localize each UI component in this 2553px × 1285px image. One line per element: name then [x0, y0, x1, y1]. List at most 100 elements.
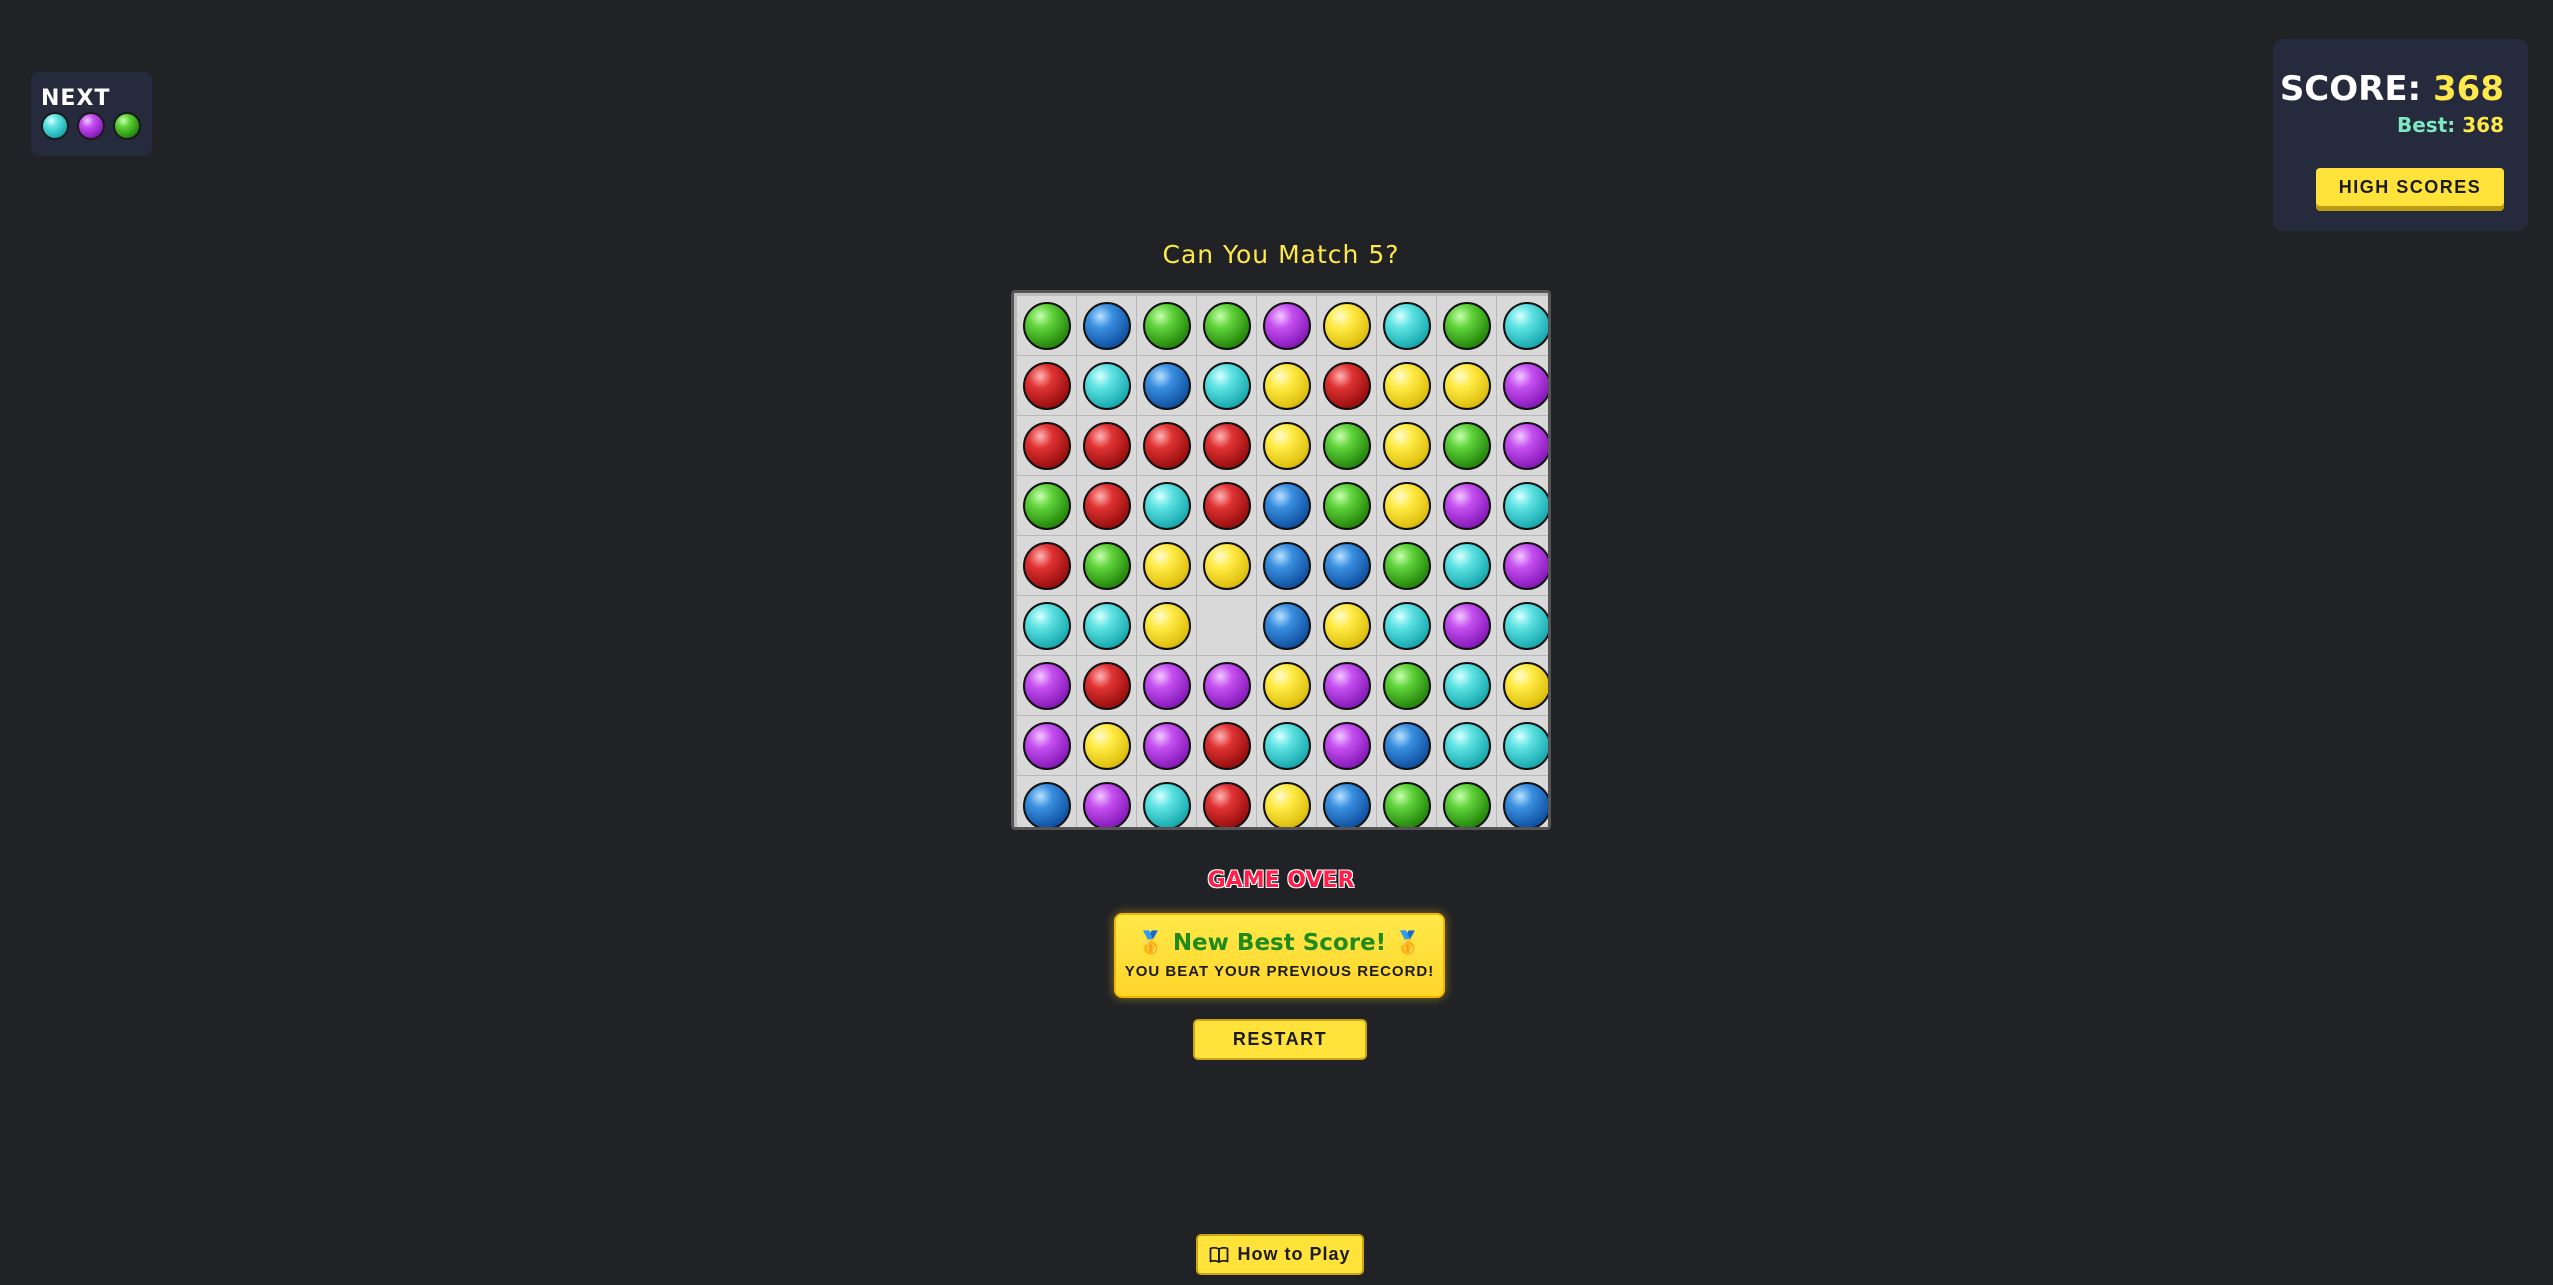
board-cell[interactable] — [1317, 356, 1377, 416]
ball-green[interactable] — [1202, 301, 1251, 350]
restart-button[interactable]: RESTART — [1193, 1019, 1367, 1060]
board-cell[interactable] — [1377, 536, 1437, 596]
board-cell[interactable] — [1137, 296, 1197, 356]
ball-red[interactable] — [1022, 541, 1071, 590]
board-cell[interactable] — [1497, 536, 1548, 596]
board-cell[interactable] — [1077, 476, 1137, 536]
board-cell[interactable] — [1137, 716, 1197, 776]
board-cell[interactable] — [1137, 416, 1197, 476]
ball-green[interactable] — [1022, 301, 1071, 350]
ball-cyan[interactable] — [1442, 721, 1491, 770]
ball-cyan[interactable] — [1502, 301, 1548, 350]
ball-red[interactable] — [1022, 421, 1071, 470]
ball-green[interactable] — [1322, 481, 1371, 530]
ball-yellow[interactable] — [1322, 601, 1371, 650]
board-cell[interactable] — [1077, 416, 1137, 476]
ball-yellow[interactable] — [1382, 361, 1431, 410]
board-cell[interactable] — [1017, 476, 1077, 536]
ball-blue[interactable] — [1322, 781, 1371, 827]
board-cell[interactable] — [1197, 596, 1257, 656]
ball-green[interactable] — [1382, 781, 1431, 827]
ball-purple[interactable] — [1322, 661, 1371, 710]
board-cell[interactable] — [1137, 356, 1197, 416]
board-cell[interactable] — [1497, 776, 1548, 827]
board-cell[interactable] — [1497, 416, 1548, 476]
ball-yellow[interactable] — [1142, 601, 1191, 650]
ball-purple[interactable] — [1202, 661, 1251, 710]
board-cell[interactable] — [1317, 656, 1377, 716]
ball-cyan[interactable] — [1022, 601, 1071, 650]
ball-green[interactable] — [1022, 481, 1071, 530]
board-cell[interactable] — [1197, 776, 1257, 827]
ball-purple[interactable] — [1322, 721, 1371, 770]
board-cell[interactable] — [1377, 716, 1437, 776]
ball-yellow[interactable] — [1262, 781, 1311, 827]
ball-blue[interactable] — [1322, 541, 1371, 590]
ball-purple[interactable] — [1142, 661, 1191, 710]
board-cell[interactable] — [1257, 596, 1317, 656]
ball-yellow[interactable] — [1082, 721, 1131, 770]
ball-blue[interactable] — [1262, 541, 1311, 590]
board-cell[interactable] — [1257, 416, 1317, 476]
board-cell[interactable] — [1317, 476, 1377, 536]
board-cell[interactable] — [1377, 296, 1437, 356]
ball-red[interactable] — [1202, 721, 1251, 770]
ball-green[interactable] — [1442, 301, 1491, 350]
ball-purple[interactable] — [1502, 361, 1548, 410]
board-cell[interactable] — [1137, 656, 1197, 716]
board-cell[interactable] — [1137, 776, 1197, 827]
ball-cyan[interactable] — [1262, 721, 1311, 770]
board-cell[interactable] — [1017, 656, 1077, 716]
ball-blue[interactable] — [1142, 361, 1191, 410]
board-cell[interactable] — [1377, 416, 1437, 476]
ball-yellow[interactable] — [1202, 541, 1251, 590]
ball-purple[interactable] — [1142, 721, 1191, 770]
ball-yellow[interactable] — [1322, 301, 1371, 350]
board-cell[interactable] — [1137, 536, 1197, 596]
board-cell[interactable] — [1497, 596, 1548, 656]
ball-blue[interactable] — [1082, 301, 1131, 350]
board-cell[interactable] — [1317, 296, 1377, 356]
board-cell[interactable] — [1017, 596, 1077, 656]
board-cell[interactable] — [1497, 476, 1548, 536]
ball-cyan[interactable] — [1442, 661, 1491, 710]
board-cell[interactable] — [1017, 776, 1077, 827]
ball-yellow[interactable] — [1262, 361, 1311, 410]
board-cell[interactable] — [1197, 716, 1257, 776]
ball-red[interactable] — [1142, 421, 1191, 470]
ball-cyan[interactable] — [1082, 601, 1131, 650]
ball-yellow[interactable] — [1142, 541, 1191, 590]
board-cell[interactable] — [1437, 776, 1497, 827]
ball-red[interactable] — [1082, 481, 1131, 530]
board-cell[interactable] — [1377, 356, 1437, 416]
board-cell[interactable] — [1257, 776, 1317, 827]
ball-red[interactable] — [1202, 781, 1251, 827]
board-cell[interactable] — [1017, 416, 1077, 476]
ball-red[interactable] — [1022, 361, 1071, 410]
board-cell[interactable] — [1197, 416, 1257, 476]
how-to-play-button[interactable]: How to Play — [1196, 1234, 1364, 1275]
board-cell[interactable] — [1077, 776, 1137, 827]
ball-yellow[interactable] — [1262, 661, 1311, 710]
board-cell[interactable] — [1497, 356, 1548, 416]
board-cell[interactable] — [1077, 656, 1137, 716]
board-cell[interactable] — [1437, 596, 1497, 656]
ball-cyan[interactable] — [1502, 721, 1548, 770]
ball-cyan[interactable] — [1502, 601, 1548, 650]
board-cell[interactable] — [1317, 536, 1377, 596]
board-cell[interactable] — [1257, 656, 1317, 716]
board-cell[interactable] — [1017, 296, 1077, 356]
ball-green[interactable] — [1082, 541, 1131, 590]
board-cell[interactable] — [1377, 596, 1437, 656]
board-cell[interactable] — [1077, 296, 1137, 356]
ball-green[interactable] — [1382, 541, 1431, 590]
board-cell[interactable] — [1437, 476, 1497, 536]
board-cell[interactable] — [1437, 296, 1497, 356]
ball-blue[interactable] — [1262, 601, 1311, 650]
board-cell[interactable] — [1197, 656, 1257, 716]
ball-green[interactable] — [1442, 781, 1491, 827]
ball-yellow[interactable] — [1442, 361, 1491, 410]
board-cell[interactable] — [1137, 476, 1197, 536]
ball-purple[interactable] — [1442, 481, 1491, 530]
board-cell[interactable] — [1497, 656, 1548, 716]
